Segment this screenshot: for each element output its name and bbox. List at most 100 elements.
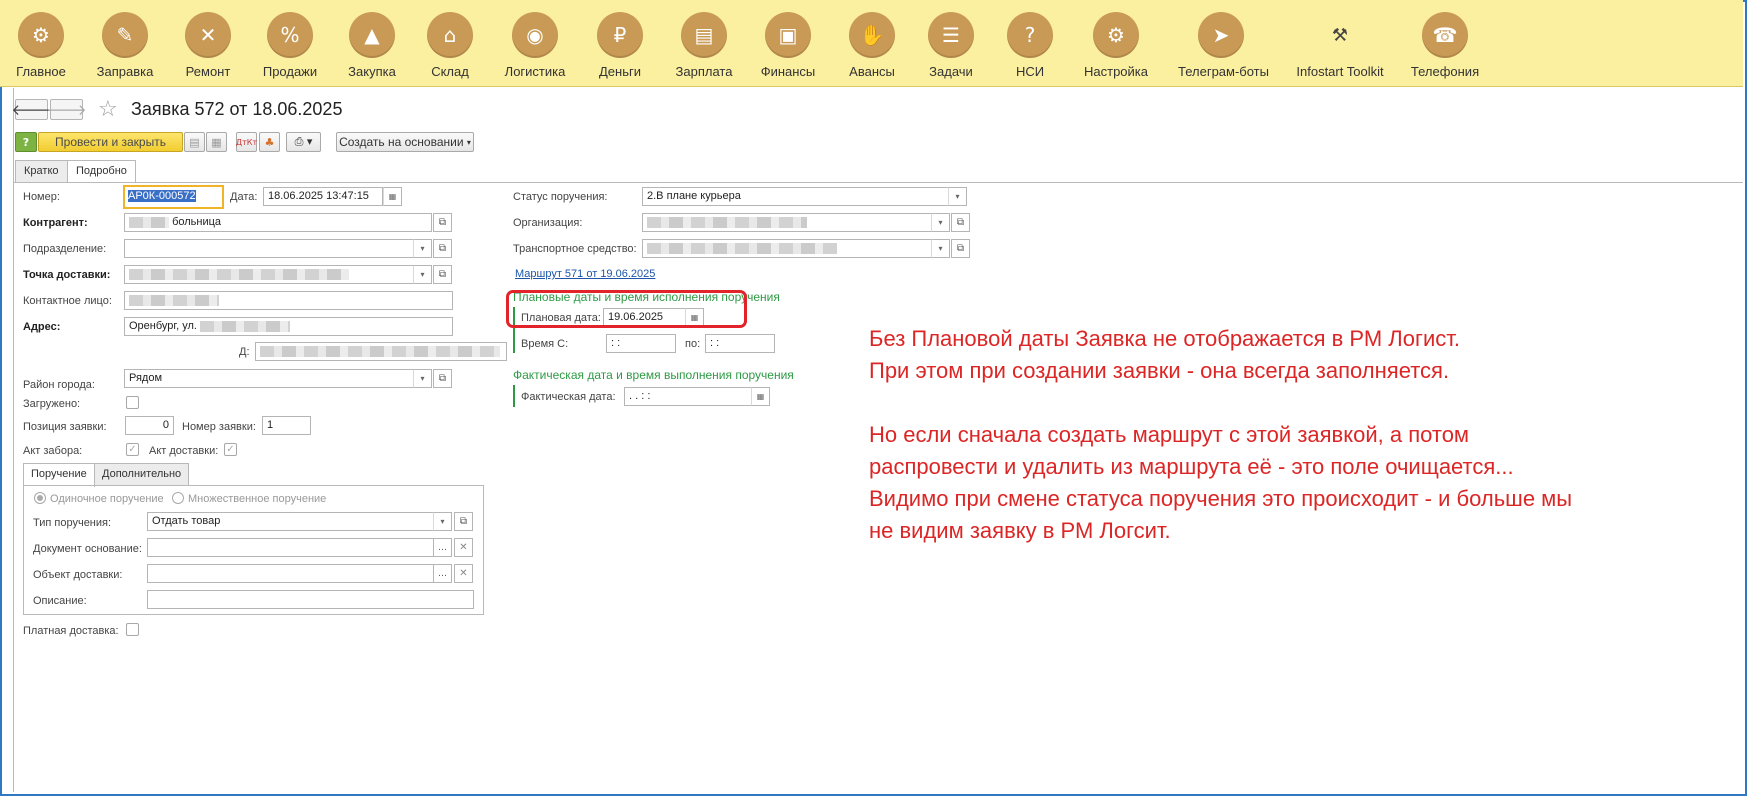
calendar-icon[interactable]: ▦ xyxy=(383,187,402,206)
chevron-down-icon[interactable]: ▾ xyxy=(433,512,452,531)
delivery-point-field[interactable] xyxy=(124,265,414,284)
number-field[interactable]: АР0К-000572 xyxy=(123,185,224,209)
open-delivery-point-icon[interactable]: ⧉ xyxy=(433,265,452,284)
house-field[interactable] xyxy=(255,342,507,361)
paid-delivery-checkbox[interactable] xyxy=(126,623,139,636)
calendar-icon[interactable]: ▦ xyxy=(751,387,770,406)
section-repair[interactable]: ✕ Ремонт xyxy=(165,12,251,79)
chevron-down-icon[interactable]: ▾ xyxy=(413,265,432,284)
section-telegram[interactable]: ➤ Телеграм-боты xyxy=(1178,12,1269,79)
position-field[interactable]: 0 xyxy=(125,416,174,435)
district-label: Район города: xyxy=(23,379,95,391)
section-refill[interactable]: ✎ Заправка xyxy=(82,12,168,79)
section-warehouse[interactable]: ⌂ Склад xyxy=(407,12,493,79)
single-order-radio[interactable] xyxy=(34,492,46,504)
loaded-checkbox[interactable] xyxy=(126,396,139,409)
status-label: Статус поручения: xyxy=(513,191,608,203)
tab-detailed[interactable]: Подробно xyxy=(67,160,136,183)
section-finance[interactable]: ▣ Финансы xyxy=(745,12,831,79)
time-from-field[interactable]: : : xyxy=(606,334,676,353)
actual-date-label: Фактическая дата: xyxy=(521,391,616,403)
select-ellipsis-icon[interactable]: … xyxy=(433,538,452,557)
single-order-label: Одиночное поручение xyxy=(50,493,164,505)
actual-date-field[interactable]: . . : : xyxy=(624,387,752,406)
section-settings[interactable]: ⚙ Настройка xyxy=(1073,12,1159,79)
section-label: Заправка xyxy=(96,64,154,79)
multiple-order-radio[interactable] xyxy=(172,492,184,504)
open-district-icon[interactable]: ⧉ xyxy=(433,369,452,388)
tab-brief[interactable]: Кратко xyxy=(15,160,68,182)
description-field[interactable] xyxy=(147,590,474,609)
date-field[interactable]: 18.06.2025 13:47:15 xyxy=(263,187,383,206)
vehicle-field[interactable] xyxy=(642,239,932,258)
base-document-field[interactable] xyxy=(147,538,434,557)
request-number-field[interactable]: 1 xyxy=(262,416,311,435)
order-type-field[interactable]: Отдать товар xyxy=(147,512,434,531)
section-infostart[interactable]: ⚒ Infostart Toolkit xyxy=(1296,12,1384,80)
section-salary[interactable]: ▤ Зарплата xyxy=(661,12,747,79)
create-based-on-button[interactable]: Создать на основании ▾ xyxy=(336,132,474,152)
annotation-note: Без Плановой даты Заявка не отображается… xyxy=(869,326,1573,543)
district-field[interactable]: Рядом xyxy=(124,369,414,388)
help-button[interactable]: ? xyxy=(15,132,37,152)
clear-icon[interactable]: ✕ xyxy=(454,538,473,557)
favorite-star-icon[interactable]: ☆ xyxy=(98,97,118,122)
select-ellipsis-icon[interactable]: … xyxy=(433,564,452,583)
section-advances[interactable]: ✋ Авансы xyxy=(829,12,915,79)
number-label: Номер: xyxy=(23,191,60,203)
time-to-field[interactable]: : : xyxy=(705,334,775,353)
post-and-close-button[interactable]: Провести и закрыть xyxy=(38,132,183,152)
open-organization-icon[interactable]: ⧉ xyxy=(951,213,970,232)
telephone-icon: ☎ xyxy=(1422,12,1468,58)
counterparty-field[interactable]: больница xyxy=(124,213,432,232)
section-money[interactable]: ₽ Деньги xyxy=(577,12,663,79)
section-label: Зарплата xyxy=(675,64,733,79)
section-reference[interactable]: ? НСИ xyxy=(987,12,1073,79)
open-order-type-icon[interactable]: ⧉ xyxy=(454,512,473,531)
chevron-down-icon[interactable]: ▾ xyxy=(931,239,950,258)
print-button[interactable]: ⎙ ▾ xyxy=(286,132,321,152)
chevron-down-icon[interactable]: ▾ xyxy=(413,239,432,258)
pickup-act-checkbox[interactable]: ✓ xyxy=(126,443,139,456)
chevron-down-icon[interactable]: ▾ xyxy=(948,187,967,206)
clear-icon[interactable]: ✕ xyxy=(454,564,473,583)
section-tasks[interactable]: ☰ Задачи xyxy=(908,12,994,79)
delivery-object-field[interactable] xyxy=(147,564,434,583)
section-label: Infostart Toolkit xyxy=(1296,64,1384,79)
department-field[interactable] xyxy=(124,239,414,258)
order-type-label: Тип поручения: xyxy=(33,517,112,529)
redacted-text xyxy=(647,216,807,228)
chevron-down-icon[interactable]: ▾ xyxy=(931,213,950,232)
section-label: Телефония xyxy=(1410,64,1480,79)
section-logistics[interactable]: ◉ Логистика xyxy=(492,12,578,79)
status-field[interactable]: 2.В плане курьера xyxy=(642,187,949,206)
organization-field[interactable] xyxy=(642,213,932,232)
save-button[interactable]: ▤ xyxy=(184,132,205,152)
chevron-down-icon[interactable]: ▾ xyxy=(413,369,432,388)
open-counterparty-icon[interactable]: ⧉ xyxy=(433,213,452,232)
section-sales[interactable]: % Продажи xyxy=(247,12,333,79)
section-telephony[interactable]: ☎ Телефония xyxy=(1402,12,1488,79)
money-bag-icon: ₽ xyxy=(597,12,643,58)
tab-assignment[interactable]: Поручение xyxy=(23,463,95,487)
toolkit-icon: ⚒ xyxy=(1331,24,1349,46)
forward-button[interactable]: 🡒 xyxy=(46,99,87,120)
sections-panel: ⚙ Главное ✎ Заправка ✕ Ремонт % Продажи … xyxy=(0,0,1743,87)
contact-field[interactable] xyxy=(124,291,453,310)
counterparty-value: больница xyxy=(172,216,222,228)
delivery-act-checkbox[interactable]: ✓ xyxy=(224,443,237,456)
redacted-text xyxy=(129,216,169,228)
journal-entries-button[interactable]: ДтКт xyxy=(236,132,257,152)
address-field[interactable]: Оренбург, ул. xyxy=(124,317,453,336)
open-department-icon[interactable]: ⧉ xyxy=(433,239,452,258)
section-main[interactable]: ⚙ Главное xyxy=(0,12,84,79)
structure-button[interactable]: ♣ xyxy=(259,132,280,152)
section-purchase[interactable]: ▲ Закупка xyxy=(329,12,415,79)
tab-additional[interactable]: Дополнительно xyxy=(94,463,190,486)
vehicle-label: Транспортное средство: xyxy=(513,243,637,255)
open-vehicle-icon[interactable]: ⧉ xyxy=(951,239,970,258)
route-link[interactable]: Маршрут 571 от 19.06.2025 xyxy=(515,268,655,280)
post-button[interactable]: ▦ xyxy=(206,132,227,152)
dt-kt-icon: ДтКт xyxy=(235,137,258,147)
back-button[interactable]: 🡐 xyxy=(11,99,52,120)
